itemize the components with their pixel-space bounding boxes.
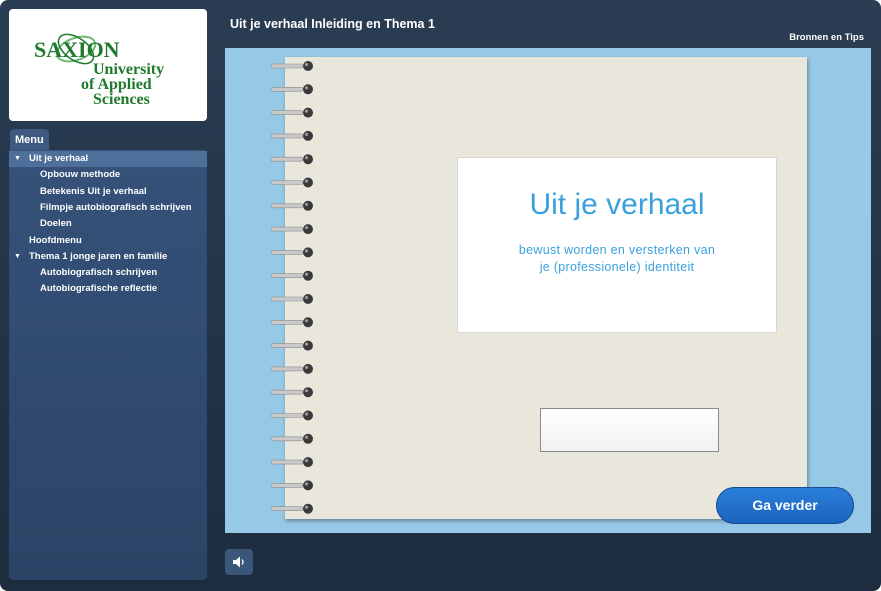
- spiral-ring: [271, 200, 313, 211]
- svg-text:SAXION: SAXION: [34, 37, 120, 62]
- menu-item-label: Betekenis Uit je verhaal: [40, 185, 147, 197]
- card-title: Uit je verhaal: [529, 188, 705, 221]
- spiral-ring: [271, 247, 313, 258]
- menu-item-label: Thema 1 jonge jaren en familie: [29, 250, 168, 262]
- spiral-ring: [271, 363, 313, 374]
- menu-item[interactable]: Hoofdmenu: [9, 233, 207, 249]
- player-window: SAXION University of Applied Sciences Me…: [0, 0, 881, 591]
- notebook-page: Uit je verhaal bewust worden en versterk…: [285, 57, 854, 524]
- speaker-icon: [233, 556, 244, 568]
- triangle-down-icon[interactable]: ▼: [14, 151, 21, 167]
- spiral-ring: [271, 154, 313, 165]
- slide-title: Uit je verhaal Inleiding en Thema 1: [230, 17, 435, 31]
- spiral-ring: [271, 340, 313, 351]
- menu-item-label: Opbouw methode: [40, 169, 121, 181]
- triangle-down-icon[interactable]: ▼: [14, 249, 21, 265]
- audio-button[interactable]: [225, 549, 253, 575]
- menu-item-label: Autobiografische reflectie: [40, 283, 158, 295]
- slide-stage: Uit je verhaal bewust worden en versterk…: [225, 48, 871, 533]
- spiral-ring: [271, 410, 313, 421]
- spiral-ring: [271, 177, 313, 188]
- menu-item-label: Filmpje autobiografisch schrijven: [40, 201, 192, 213]
- menu-item[interactable]: Autobiografische reflectie: [9, 281, 207, 297]
- menu-tab[interactable]: Menu: [10, 129, 49, 151]
- menu-item[interactable]: Opbouw methode: [9, 167, 207, 183]
- spiral-ring: [271, 224, 313, 235]
- spiral-ring: [271, 130, 313, 141]
- menu-item-label: Doelen: [40, 218, 72, 230]
- spiral-ring: [271, 84, 313, 95]
- spiral-ring: [271, 317, 313, 328]
- spiral-ring: [271, 480, 313, 491]
- menu-item[interactable]: Filmpje autobiografisch schrijven: [9, 200, 207, 216]
- logo-panel: SAXION University of Applied Sciences: [9, 9, 207, 121]
- notebook-spiral: [271, 61, 313, 514]
- menu-item-label: Hoofdmenu: [29, 234, 82, 246]
- menu-item-label: Uit je verhaal: [29, 153, 89, 164]
- menu-item[interactable]: Autobiografisch schrijven: [9, 265, 207, 281]
- spiral-ring: [271, 270, 313, 281]
- spiral-ring: [271, 61, 313, 71]
- menu-item-label: Autobiografisch schrijven: [40, 267, 158, 279]
- spiral-ring: [271, 294, 313, 304]
- svg-text:Sciences: Sciences: [93, 91, 150, 108]
- spiral-ring: [271, 107, 313, 118]
- card-subtitle: bewust worden en versterken van je (prof…: [518, 243, 716, 274]
- spiral-ring: [271, 503, 313, 514]
- spiral-ring: [271, 457, 313, 468]
- resources-button[interactable]: Bronnen en Tips: [789, 32, 864, 43]
- menu-item[interactable]: ▼ Thema 1 jonge jaren en familie: [9, 249, 207, 265]
- spiral-ring: [271, 433, 313, 444]
- saxion-logo: SAXION University of Applied Sciences: [34, 33, 164, 108]
- menu-item[interactable]: Doelen: [9, 216, 207, 232]
- menu-panel: ▼ Uit je verhaal Opbouw methode Betekenis U…: [9, 150, 207, 580]
- text-entry-box[interactable]: [540, 408, 719, 452]
- next-button[interactable]: Ga verder: [716, 487, 854, 524]
- title-card: Uit je verhaal bewust worden en versterk…: [457, 157, 777, 333]
- spiral-ring: [271, 387, 313, 398]
- menu-item[interactable]: ▼ Uit je verhaal: [9, 151, 207, 167]
- menu-item[interactable]: Betekenis Uit je verhaal: [9, 184, 207, 200]
